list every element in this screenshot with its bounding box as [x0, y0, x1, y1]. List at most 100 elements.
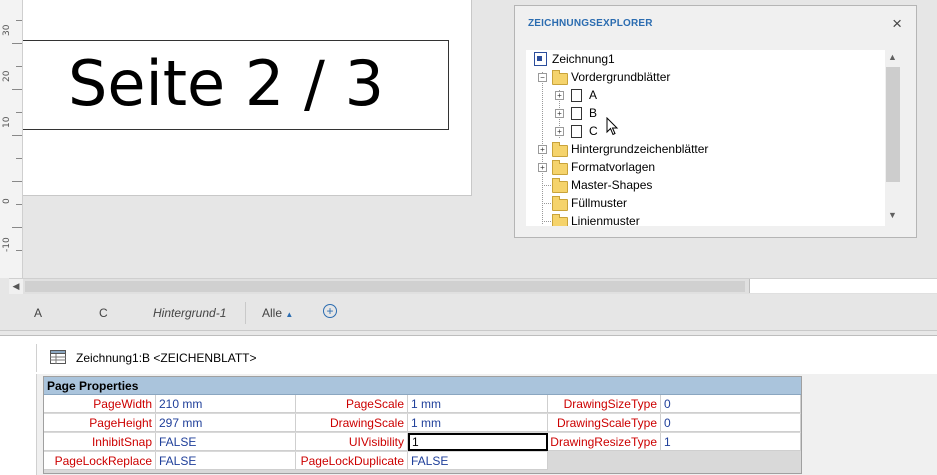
cell-name[interactable]: PageLockDuplicate	[296, 452, 408, 470]
expand-icon[interactable]: +	[538, 163, 547, 172]
tree-item-fill-patterns[interactable]: Füllmuster	[526, 194, 876, 212]
cell-value[interactable]: 1 mm	[408, 395, 548, 413]
shapesheet-window: Zeichnung1:B <ZEICHENBLATT> Page Propert…	[0, 335, 937, 475]
folder-icon	[552, 178, 568, 193]
scroll-down-icon[interactable]: ▼	[888, 210, 897, 220]
tree-item-background-pages[interactable]: + Hintergrundzeichenblätter	[526, 140, 876, 158]
section-title: Page Properties	[47, 379, 139, 393]
cell-value[interactable]: FALSE	[408, 452, 548, 470]
cell-name[interactable]: PageScale	[296, 395, 408, 413]
tree-label: Formatvorlagen	[571, 160, 656, 174]
scroll-left-icon[interactable]: ◀	[9, 279, 23, 294]
shapesheet-body: Page Properties PageWidth 210 mm PageSca…	[36, 374, 937, 475]
page-icon	[571, 89, 582, 102]
cell-value[interactable]: 297 mm	[156, 414, 296, 432]
tree-guide	[542, 203, 551, 204]
tree-label: C	[589, 124, 598, 138]
ruler-tick	[12, 181, 22, 182]
cell-name[interactable]: DrawingResizeType	[548, 433, 661, 451]
tree-item-masters[interactable]: Master-Shapes	[526, 176, 876, 194]
drawing-icon	[534, 52, 547, 66]
tab-all-pages[interactable]: Alle ▲	[262, 306, 293, 320]
ruler-tick	[12, 89, 22, 90]
tree-guide	[542, 185, 551, 186]
ruler-tick	[16, 20, 22, 21]
table-row: PageHeight 297 mm DrawingScale 1 mm Draw…	[44, 414, 801, 433]
tree-label: Füllmuster	[571, 196, 628, 210]
expand-icon[interactable]: +	[555, 91, 564, 100]
explorer-title: ZEICHNUNGSEXPLORER	[528, 18, 653, 29]
close-icon[interactable]: ×	[892, 15, 902, 33]
page-title-text: Seite 2 / 3	[68, 47, 385, 120]
folder-icon	[552, 142, 568, 157]
shapesheet-title: Zeichnung1:B <ZEICHENBLATT>	[76, 351, 257, 365]
ruler-tick	[12, 227, 22, 228]
table-row: PageWidth 210 mm PageScale 1 mm DrawingS…	[44, 395, 801, 414]
cell-value[interactable]: 1	[661, 433, 801, 451]
drawing-page[interactable]: Seite 2 / 3	[23, 0, 472, 196]
tree-item-page-c[interactable]: + C	[526, 122, 876, 140]
horizontal-scrollbar[interactable]: ◀	[9, 278, 937, 294]
cell-name[interactable]: PageWidth	[44, 395, 156, 413]
drawing-area[interactable]: 30 20 10 0 -10 Seite 2 / 3 ZEICHNUNGSEXP…	[0, 0, 937, 295]
tab-page-a[interactable]: A	[34, 306, 42, 320]
cell-value[interactable]: FALSE	[156, 433, 296, 451]
add-page-icon[interactable]: +	[323, 304, 337, 318]
section-header[interactable]: Page Properties	[44, 377, 801, 395]
drawing-explorer-panel: ZEICHNUNGSEXPLORER × Zeichnung1 − Vorder…	[514, 5, 917, 238]
tree-label: A	[589, 88, 598, 102]
cell-name[interactable]: DrawingScaleType	[548, 414, 661, 432]
ruler-tick	[16, 250, 22, 251]
title-shape[interactable]: Seite 2 / 3	[23, 40, 449, 130]
tab-all-label: Alle	[262, 306, 283, 320]
table-row: PageLockReplace FALSE PageLockDuplicate …	[44, 452, 801, 471]
scrollbar-thumb[interactable]	[886, 67, 900, 182]
cell-name[interactable]: UIVisibility	[296, 433, 408, 451]
table-row: InhibitSnap FALSE UIVisibility 1 Drawing…	[44, 433, 801, 452]
tab-background-1[interactable]: Hintergrund-1	[153, 306, 226, 320]
scroll-up-icon[interactable]: ▲	[888, 52, 897, 62]
folder-icon	[552, 196, 568, 211]
scrollbar-blank	[749, 279, 937, 293]
cell-value[interactable]: 0	[661, 414, 801, 432]
cell-value[interactable]: 0	[661, 395, 801, 413]
cell-name[interactable]: InhibitSnap	[44, 433, 156, 451]
ruler-label: 0	[2, 198, 12, 204]
expand-icon[interactable]: +	[538, 145, 547, 154]
page-icon	[571, 107, 582, 120]
tree-scrollbar[interactable]: ▲ ▼	[885, 50, 901, 226]
tab-page-c[interactable]: C	[99, 306, 108, 320]
shapesheet-icon	[50, 350, 66, 364]
collapse-icon[interactable]: −	[538, 73, 547, 82]
tree-label: Linienmuster	[571, 214, 640, 226]
tree-item-root[interactable]: Zeichnung1	[526, 50, 876, 68]
ruler-tick	[16, 66, 22, 67]
expand-icon[interactable]: +	[555, 127, 564, 136]
tree-label: Vordergrundblätter	[571, 70, 671, 84]
scrollbar-thumb[interactable]	[25, 281, 745, 292]
ruler-label: 10	[2, 116, 12, 128]
cell-name[interactable]: PageHeight	[44, 414, 156, 432]
cell-value-selected[interactable]: 1	[408, 433, 548, 451]
page-tabs-bar: A C Hintergrund-1 Alle ▲ +	[0, 294, 937, 331]
folder-open-icon	[552, 70, 568, 85]
cell-value[interactable]: 210 mm	[156, 395, 296, 413]
tree-item-page-b[interactable]: + B	[526, 104, 876, 122]
mouse-cursor-icon	[606, 117, 619, 136]
expand-icon[interactable]: +	[555, 109, 564, 118]
tree-item-line-patterns[interactable]: Linienmuster	[526, 212, 876, 226]
tab-divider	[245, 302, 246, 324]
cell-value[interactable]: FALSE	[156, 452, 296, 470]
tree-item-foreground-pages[interactable]: − Vordergrundblätter	[526, 68, 876, 86]
cell-name[interactable]: DrawingSizeType	[548, 395, 661, 413]
explorer-tree[interactable]: Zeichnung1 − Vordergrundblätter + A + B …	[526, 50, 901, 226]
cell-name[interactable]: PageLockReplace	[44, 452, 156, 470]
ruler-label: 30	[2, 24, 12, 36]
cell-name[interactable]: DrawingScale	[296, 414, 408, 432]
tree-item-page-a[interactable]: + A	[526, 86, 876, 104]
caret-up-icon: ▲	[285, 310, 294, 319]
tree-item-styles[interactable]: + Formatvorlagen	[526, 158, 876, 176]
folder-icon	[552, 214, 568, 226]
cell-value[interactable]: 1 mm	[408, 414, 548, 432]
page-properties-section: Page Properties PageWidth 210 mm PageSca…	[43, 376, 802, 474]
